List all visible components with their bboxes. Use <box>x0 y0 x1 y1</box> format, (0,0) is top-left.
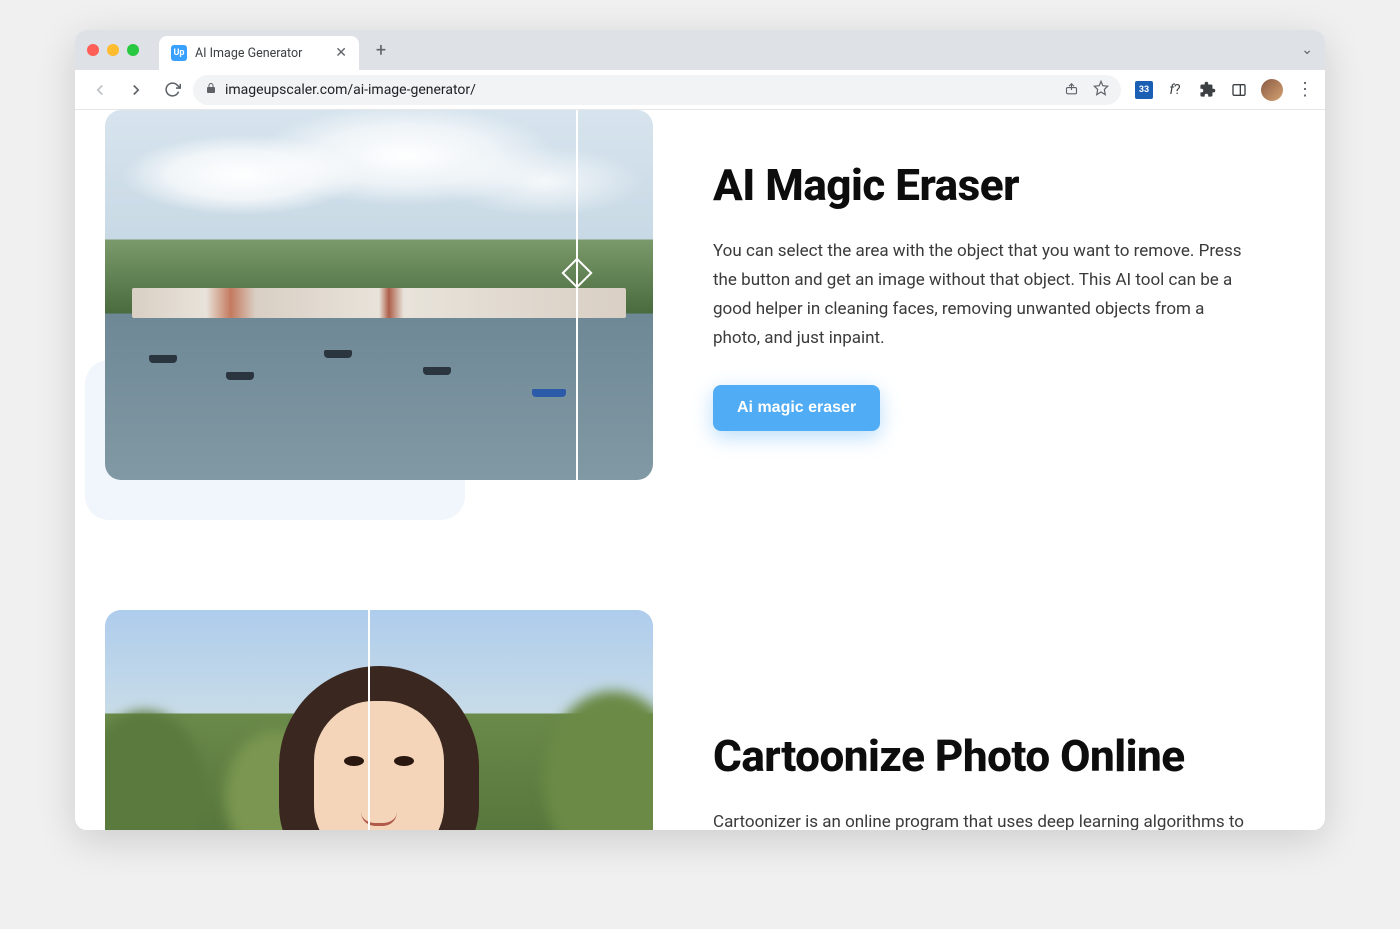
titlebar: Up AI Image Generator ✕ + ⌄ <box>75 30 1325 70</box>
feature-title-cartoonize: Cartoonize Photo Online <box>713 730 1253 782</box>
address-bar[interactable]: imageupscaler.com/ai-image-generator/ <box>193 75 1121 105</box>
toolbar: imageupscaler.com/ai-image-generator/ 33… <box>75 70 1325 110</box>
lock-icon <box>205 82 217 97</box>
tab-title: AI Image Generator <box>195 46 302 61</box>
compare-slider[interactable] <box>368 610 370 830</box>
profile-avatar[interactable] <box>1261 79 1283 101</box>
minimize-window-button[interactable] <box>107 44 119 56</box>
compare-slider[interactable] <box>576 110 578 480</box>
close-tab-icon[interactable]: ✕ <box>335 45 347 61</box>
bookmark-icon[interactable] <box>1093 80 1109 100</box>
share-icon[interactable] <box>1064 80 1079 100</box>
feature-cartoonize: Cartoonize Photo Online Cartoonizer is a… <box>105 610 1295 830</box>
comparison-image-cartoonize[interactable] <box>105 610 653 830</box>
page-content: AI Magic Eraser You can select the area … <box>75 110 1325 830</box>
portrait-illustration <box>105 610 653 830</box>
browser-window: Up AI Image Generator ✕ + ⌄ imageupscale… <box>75 30 1325 830</box>
landscape-illustration <box>105 110 653 480</box>
feature-magic-eraser: AI Magic Eraser You can select the area … <box>105 110 1295 480</box>
feature-desc-eraser: You can select the area with the object … <box>713 237 1253 353</box>
extensions-puzzle-icon[interactable] <box>1197 80 1217 100</box>
magic-eraser-button[interactable]: Ai magic eraser <box>713 385 880 431</box>
new-tab-button[interactable]: + <box>367 36 395 64</box>
tabs-overflow-icon[interactable]: ⌄ <box>1301 42 1313 58</box>
extension-badge[interactable]: 33 <box>1135 81 1153 99</box>
url-text: imageupscaler.com/ai-image-generator/ <box>225 82 1056 98</box>
back-button[interactable] <box>85 75 115 105</box>
close-window-button[interactable] <box>87 44 99 56</box>
reload-button[interactable] <box>157 75 187 105</box>
feature-title-eraser: AI Magic Eraser <box>713 159 1253 211</box>
tab-favicon: Up <box>171 45 187 61</box>
comparison-image-eraser[interactable] <box>105 110 653 480</box>
zoom-window-button[interactable] <box>127 44 139 56</box>
menu-kebab-icon[interactable]: ⋮ <box>1295 80 1315 100</box>
forward-button[interactable] <box>121 75 151 105</box>
window-controls <box>87 44 139 56</box>
sidepanel-icon[interactable] <box>1229 80 1249 100</box>
feature-desc-cartoonize: Cartoonizer is an online program that us… <box>713 808 1253 830</box>
extension-font-icon[interactable]: f? <box>1165 80 1185 100</box>
extensions: 33 f? ⋮ <box>1135 79 1315 101</box>
browser-tab[interactable]: Up AI Image Generator ✕ <box>159 36 359 70</box>
